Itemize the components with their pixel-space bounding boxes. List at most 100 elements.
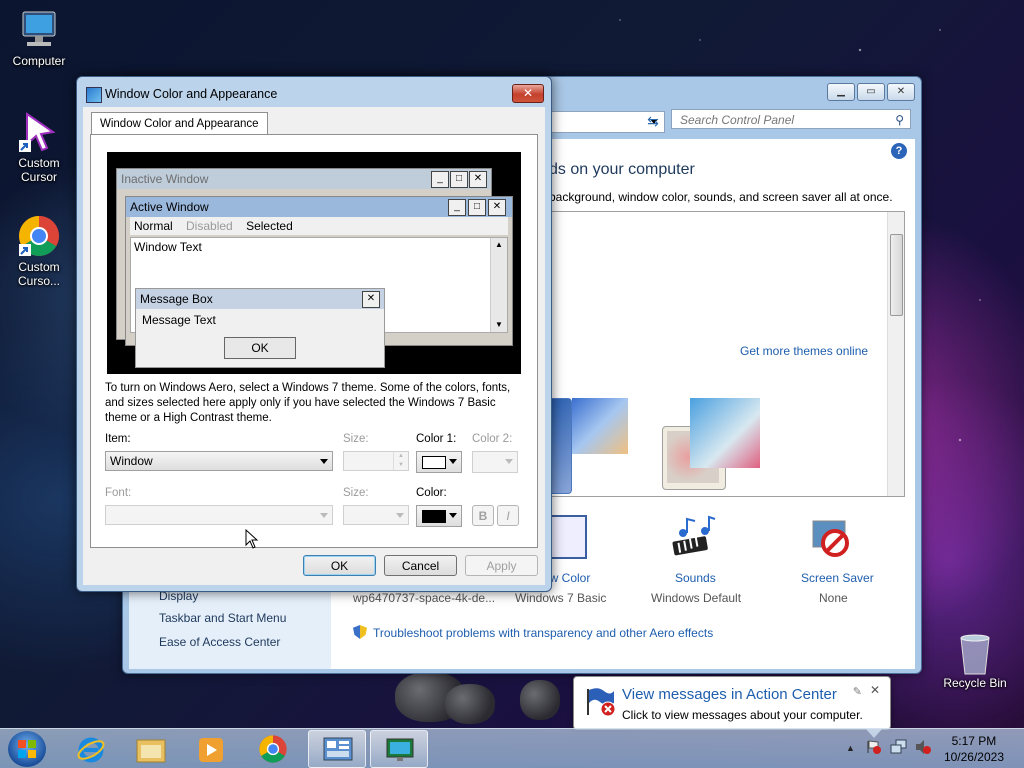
font-color-picker[interactable] (416, 505, 462, 527)
taskbar-internet-explorer[interactable] (62, 730, 120, 768)
themes-list[interactable]: Get more themes online (549, 211, 905, 497)
spinner-icon: ▲ ▼ (393, 452, 408, 470)
maximize-icon: □ (468, 199, 486, 216)
size-stepper[interactable]: ▲ ▼ (343, 451, 409, 471)
taskbar: ▲ 5:17 PM 10/26/2023 (0, 728, 1024, 768)
windows-logo-icon (18, 740, 36, 758)
search-placeholder: Search Control Panel (680, 113, 795, 127)
maximize-button[interactable]: ▭ (857, 83, 885, 101)
left-nav-panel: Display Taskbar and Start Menu Ease of A… (129, 589, 331, 669)
desktop-icon-recycle-bin[interactable]: Recycle Bin (940, 630, 1010, 690)
scrollbar-thumb[interactable] (890, 234, 903, 316)
nav-link-taskbar[interactable]: Taskbar and Start Menu (159, 611, 286, 625)
window-color-subtitle: Windows 7 Basic (515, 591, 607, 605)
taskbar-clock[interactable]: 5:17 PM 10/26/2023 (944, 733, 1004, 765)
search-icon: ⚲ (895, 113, 904, 127)
appearance-preview[interactable]: Inactive Window _ □ ✕ Active Window _ □ … (107, 152, 521, 374)
computer-icon (17, 8, 61, 52)
control-panel-icon (323, 737, 353, 761)
refresh-icon[interactable]: ⇆ (643, 111, 663, 131)
tab-window-color[interactable]: Window Color and Appearance (91, 112, 268, 135)
preview-menubar: Normal Disabled Selected (130, 217, 508, 235)
apply-button[interactable]: Apply (465, 555, 538, 576)
scroll-up-icon: ▲ (495, 240, 503, 249)
window-color-dialog[interactable]: Window Color and Appearance ✕ Window Col… (76, 76, 552, 592)
pin-icon[interactable]: ✎ (853, 685, 862, 698)
dialog-body: Window Color and Appearance Inactive Win… (83, 107, 545, 585)
font-select[interactable] (105, 505, 333, 525)
asteroid-image (445, 684, 495, 724)
menu-selected: Selected (246, 219, 293, 233)
show-hidden-icons[interactable]: ▲ (846, 743, 855, 753)
color2-picker[interactable] (472, 451, 518, 473)
maximize-icon: □ (450, 171, 468, 188)
screen-saver-link[interactable]: Screen Saver (801, 571, 874, 585)
mouse-cursor-icon (245, 529, 259, 549)
desktop-icon-custom-cursor[interactable]: Custom Cursor (4, 110, 74, 184)
window-text: Window Text (134, 240, 202, 254)
taskbar-control-panel[interactable] (308, 730, 366, 768)
close-button[interactable]: ✕ (887, 83, 915, 101)
chrome-icon (17, 214, 61, 258)
cancel-button[interactable]: Cancel (384, 555, 457, 576)
media-player-icon (199, 738, 223, 762)
notification-text: Click to view messages about your comput… (622, 708, 863, 722)
notification-title: View messages in Action Center (622, 686, 837, 703)
screen-saver-icon[interactable] (809, 517, 853, 559)
theme-thumbnail[interactable] (690, 398, 760, 468)
action-center-flag-icon (587, 688, 616, 717)
close-icon[interactable]: ✕ (870, 683, 880, 697)
italic-button[interactable]: I (497, 505, 519, 526)
get-more-themes-link[interactable]: Get more themes online (740, 344, 868, 358)
taskbar-chrome[interactable] (244, 730, 302, 768)
dialog-title: Window Color and Appearance (105, 87, 278, 101)
ok-button[interactable]: OK (303, 555, 376, 576)
font-color-label: Color: (416, 487, 447, 499)
search-input[interactable]: Search Control Panel ⚲ (671, 109, 911, 129)
minimize-icon: _ (448, 199, 466, 216)
size-label: Size: (343, 433, 369, 445)
desktop-icon-computer[interactable]: Computer (4, 8, 74, 68)
bold-button[interactable]: B (472, 505, 494, 526)
sounds-icon[interactable] (669, 515, 719, 561)
taskbar-personalization[interactable] (370, 730, 428, 768)
desktop-icon-label: Custom Cursor (18, 156, 60, 184)
taskbar-media-player[interactable] (182, 730, 240, 768)
close-button[interactable]: ✕ (512, 84, 544, 103)
page-subheading: background, window color, sounds, and sc… (549, 190, 893, 204)
asteroid-image (520, 680, 560, 720)
action-center-tray-icon[interactable] (866, 739, 882, 755)
color1-picker[interactable] (416, 451, 462, 473)
font-size-select[interactable] (343, 505, 409, 525)
minimize-icon: _ (431, 171, 449, 188)
theme-thumbnail[interactable] (572, 398, 628, 454)
menu-disabled: Disabled (186, 219, 233, 233)
desktop-icon-chrome[interactable]: Custom Curso... (4, 214, 74, 288)
scroll-down-icon: ▼ (495, 320, 503, 329)
troubleshoot-link[interactable]: Troubleshoot problems with transparency … (353, 625, 713, 640)
taskbar-explorer[interactable] (122, 730, 180, 768)
recycle-bin-icon (953, 630, 997, 675)
minimize-button[interactable]: ▁ (827, 83, 855, 101)
clock-time: 5:17 PM (951, 734, 997, 748)
item-select[interactable]: Window (105, 451, 333, 471)
message-box-preview: Message Box ✕ Message Text OK (135, 288, 385, 368)
action-center-notification[interactable]: View messages in Action Center Click to … (573, 676, 891, 738)
font-color-swatch (422, 510, 446, 523)
desktop-icon-label: Recycle Bin (943, 676, 1007, 690)
troubleshoot-label: Troubleshoot problems with transparency … (373, 626, 714, 640)
help-icon[interactable]: ? (891, 143, 907, 159)
volume-icon[interactable] (914, 739, 932, 755)
theme-thumbnail[interactable] (550, 398, 572, 494)
sounds-subtitle: Windows Default (651, 591, 742, 605)
message-text: Message Text (142, 313, 216, 327)
internet-explorer-icon (77, 737, 105, 763)
nav-link-ease-of-access[interactable]: Ease of Access Center (159, 635, 280, 649)
start-button[interactable] (8, 731, 46, 767)
scrollbar[interactable] (887, 212, 904, 496)
sounds-link[interactable]: Sounds (675, 571, 716, 585)
network-icon[interactable] (890, 739, 908, 755)
item-label: Item: (105, 433, 131, 445)
chevron-down-icon (396, 513, 404, 518)
clock-date: 10/26/2023 (943, 750, 1004, 764)
